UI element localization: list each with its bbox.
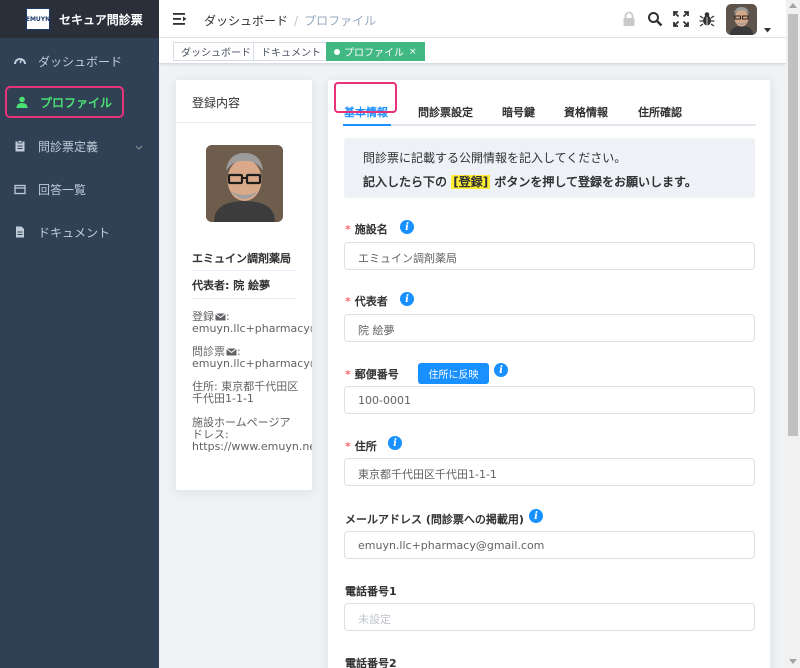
hamburger-icon[interactable] — [173, 13, 187, 28]
tab-highlight-box — [334, 82, 397, 113]
user-avatar[interactable] — [726, 4, 757, 35]
breadcrumb-item-dashboard[interactable]: ダッシュボード — [204, 14, 288, 28]
search-icon[interactable] — [647, 11, 663, 27]
representative-label-text: 代表者 — [354, 295, 388, 308]
tab-form-settings[interactable]: 問診票設定 — [418, 104, 473, 120]
caret-down-icon[interactable] — [764, 22, 771, 36]
sidebar: EMUYN セキュア問診票 ダッシュボード プロファイル 問診票定義 回答一覧 — [0, 0, 159, 668]
phone1-input[interactable]: 未設定 — [344, 603, 755, 631]
fullscreen-icon[interactable] — [673, 11, 689, 27]
tag-label: ダッシュボード — [181, 48, 251, 59]
facility-name: エミュイン調剤薬局 — [192, 252, 291, 265]
address-input[interactable]: 東京都千代田区千代田1-1-1 — [344, 458, 755, 486]
info-icon[interactable]: i — [400, 292, 414, 306]
divider — [192, 298, 296, 299]
tab-active-indicator — [343, 124, 391, 126]
scroll-up-arrow-icon[interactable] — [789, 3, 797, 8]
chevron-down-icon — [135, 140, 143, 154]
app-title: セキュア問診票 — [59, 12, 143, 27]
phone1-label: 電話番号1 — [345, 585, 397, 598]
active-dot-icon — [334, 48, 340, 55]
user-icon — [16, 96, 28, 108]
tag-label: プロファイル — [344, 48, 404, 59]
sidebar-item-label: プロファイル — [40, 95, 113, 110]
mail-icon — [215, 313, 226, 321]
sidebar-item-responses[interactable]: 回答一覧 — [0, 171, 159, 207]
phone2-label: 電話番号2 — [345, 657, 397, 668]
logo-bar[interactable]: EMUYN セキュア問診票 — [0, 0, 159, 38]
required-mark: * — [345, 223, 351, 236]
top-navbar: ダッシュボード / プロファイル — [159, 0, 786, 38]
address-label-text: 住所 — [354, 440, 377, 453]
sidebar-item-label: 問診票定義 — [38, 139, 99, 154]
dashboard-icon — [14, 55, 26, 67]
sidebar-item-form-definition[interactable]: 問診票定義 — [0, 128, 159, 164]
required-mark: * — [345, 295, 351, 308]
sidebar-item-documents[interactable]: ドキュメント — [0, 214, 159, 250]
apply-address-button[interactable]: 住所に反映 — [418, 363, 489, 384]
notice-highlight: [登録] — [451, 175, 491, 189]
postal-code-label-text: 郵便番号 — [354, 368, 399, 381]
sidebar-item-label: ダッシュボード — [38, 54, 123, 69]
scrollbar-thumb[interactable] — [788, 14, 798, 436]
close-icon[interactable]: × — [409, 47, 417, 57]
email-input[interactable]: emuyn.llc+pharmacy@gmail.com — [344, 531, 755, 559]
sidebar-item-dashboard[interactable]: ダッシュボード — [0, 43, 159, 79]
tags-view: ダッシュボード ドキュメント プロファイル × — [159, 38, 786, 64]
info-icon[interactable]: i — [494, 363, 508, 377]
tab-encryption-key[interactable]: 暗号鍵 — [502, 104, 535, 120]
info-icon[interactable]: i — [529, 509, 543, 523]
clipboard-icon — [14, 140, 26, 152]
sidebar-item-profile[interactable]: プロファイル — [5, 86, 124, 118]
tag-dashboard[interactable]: ダッシュボード — [173, 42, 259, 61]
lock-icon[interactable] — [621, 11, 637, 27]
info-icon[interactable]: i — [400, 220, 414, 234]
profile-form-card: 基本情報 問診票設定 暗号鍵 資格情報 住所確認 問診票に記載する公開情報を記入… — [327, 79, 771, 668]
notice-text: 記入したら下の — [363, 175, 448, 189]
mail-icon — [226, 348, 237, 356]
app-logo-text: EMUYN — [25, 15, 51, 23]
breadcrumb: ダッシュボード / プロファイル — [204, 12, 376, 29]
address-label: * 住所 — [345, 438, 377, 454]
profile-photo — [206, 145, 283, 222]
representative-input[interactable]: 院 絵夢 — [344, 314, 755, 342]
card-title: 登録内容 — [176, 80, 312, 123]
tag-documents[interactable]: ドキュメント — [253, 42, 329, 61]
tab-address-check[interactable]: 住所確認 — [638, 104, 682, 120]
document-icon — [14, 226, 26, 238]
list-icon — [14, 183, 26, 195]
notice-line1: 問診票に記載する公開情報を記入してください。 — [363, 151, 627, 165]
divider — [192, 270, 296, 271]
info-icon[interactable]: i — [388, 436, 402, 450]
representative: 代表者: 院 絵夢 — [192, 279, 271, 292]
scroll-down-arrow-icon[interactable] — [789, 659, 797, 664]
representative-label: * 代表者 — [345, 293, 388, 309]
homepage-value[interactable]: https://www.emuyn.net/ — [192, 441, 312, 453]
required-mark: * — [345, 368, 351, 381]
postal-code-input[interactable]: 100-0001 — [344, 386, 755, 414]
notice-text: ボタンを押して登録をお願いします。 — [494, 175, 697, 189]
registered-email-value: emuyn.llc+pharmacy@gmail.com — [192, 322, 312, 335]
form-tabs: 基本情報 問診票設定 暗号鍵 資格情報 住所確認 — [344, 94, 756, 126]
facility-name-label-text: 施設名 — [354, 223, 388, 236]
postal-code-label: * 郵便番号 — [345, 366, 399, 382]
breadcrumb-item-profile: プロファイル — [304, 14, 377, 28]
tag-label: ドキュメント — [261, 48, 321, 59]
breadcrumb-separator: / — [294, 14, 299, 28]
sidebar-item-label: 回答一覧 — [38, 182, 87, 197]
notice-box: 問診票に記載する公開情報を記入してください。 記入したら下の [登録] ボタンを… — [344, 138, 755, 198]
required-mark: * — [345, 440, 351, 453]
bug-icon[interactable] — [699, 11, 715, 27]
sidebar-item-label: ドキュメント — [38, 225, 111, 240]
tab-credentials[interactable]: 資格情報 — [564, 104, 608, 120]
facility-name-input[interactable]: エミュイン調剤薬局 — [344, 242, 755, 270]
notice-line2: 記入したら下の [登録] ボタンを押して登録をお願いします。 — [363, 173, 697, 190]
address-line2: 千代田1-1-1 — [192, 392, 254, 405]
email-label: メールアドレス (問診票への掲載用) — [345, 513, 524, 526]
form-email-value: emuyn.llc+pharmacy@gmail.com — [192, 357, 312, 370]
app-logo: EMUYN — [26, 8, 50, 30]
tag-profile[interactable]: プロファイル × — [326, 42, 425, 61]
facility-name-label: * 施設名 — [345, 221, 388, 237]
profile-summary-card: 登録内容 エミュイン調剤薬局 代表者: 院 絵夢 登録: emuyn.llc+p… — [175, 79, 313, 491]
